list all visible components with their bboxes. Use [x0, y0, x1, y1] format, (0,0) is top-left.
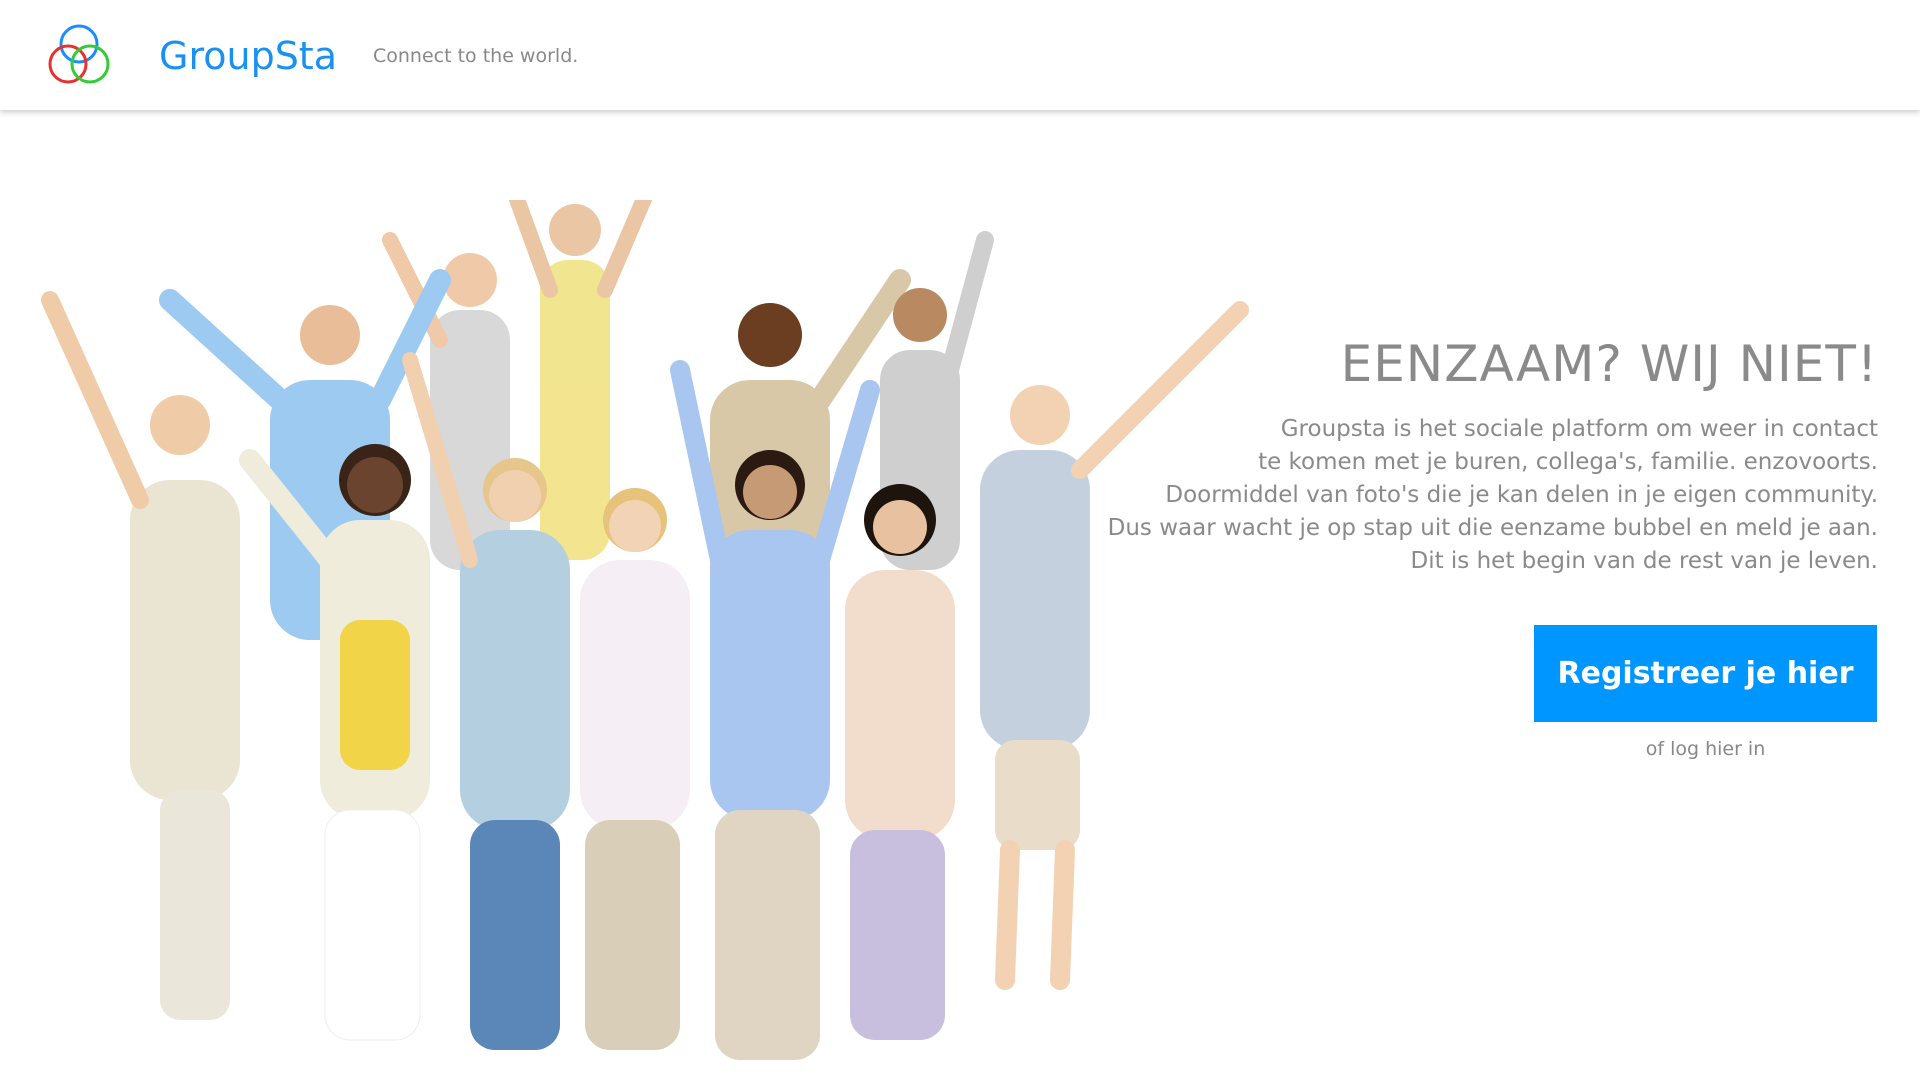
site-header: GroupSta Connect to the world.	[0, 0, 1920, 110]
intro-text: Groupsta is het sociale platform om weer…	[1078, 413, 1878, 578]
intro-line: Groupsta is het sociale platform om weer…	[1280, 416, 1878, 442]
intro-line: te komen met je buren, collega's, famili…	[1258, 449, 1878, 475]
intro-line: Dit is het begin van de rest van je leve…	[1410, 548, 1878, 574]
three-rings-logo-icon[interactable]	[44, 22, 114, 88]
tagline: Connect to the world.	[373, 45, 579, 67]
hero-headline: EENZAAM? WIJ NIET!	[1340, 335, 1878, 393]
register-button[interactable]: Registreer je hier	[1534, 625, 1877, 722]
login-link[interactable]: of log hier in	[1534, 738, 1877, 760]
intro-line: Doormiddel van foto's die je kan delen i…	[1165, 482, 1878, 508]
intro-line: Dus waar wacht je op stap uit die eenzam…	[1107, 515, 1878, 541]
brand-name[interactable]: GroupSta	[159, 34, 337, 78]
person-figure	[41, 291, 240, 1020]
person-figure	[670, 360, 880, 1060]
person-figure	[580, 488, 690, 1050]
person-figure	[980, 301, 1249, 990]
group-of-people-cheering-image	[20, 172, 1260, 1080]
